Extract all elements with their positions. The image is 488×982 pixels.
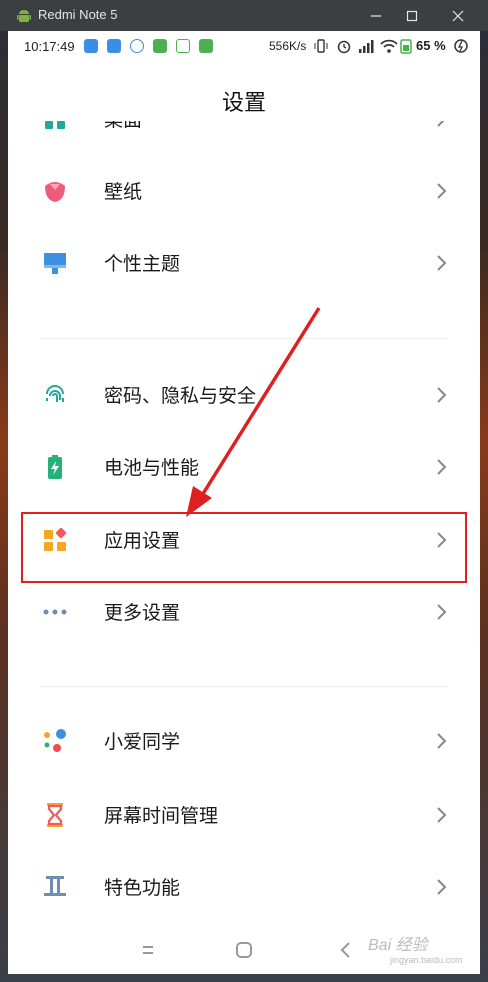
back-icon[interactable] — [334, 938, 358, 962]
phone-screen: 10:17:49 556K/s 65 % 设置 桌面 — [8, 31, 480, 974]
maximize-icon — [406, 10, 418, 21]
minimize-button[interactable] — [358, 2, 394, 29]
close-icon — [452, 10, 464, 21]
home-icon[interactable] — [232, 938, 256, 962]
close-button[interactable] — [440, 2, 476, 29]
minimize-icon — [371, 14, 381, 17]
watermark-main: Bai 经验 — [368, 937, 428, 954]
window-title: Redmi Note 5 — [38, 7, 118, 22]
annotation-arrow-icon — [186, 307, 321, 517]
watermark: Bai 经验 jingyan.baidu.com — [368, 931, 463, 965]
maximize-button[interactable] — [394, 2, 430, 29]
android-icon — [17, 10, 31, 22]
menu-icon[interactable] — [136, 938, 160, 962]
window-titlebar: Redmi Note 5 — [0, 0, 488, 31]
watermark-sub: jingyan.baidu.com — [390, 955, 463, 965]
